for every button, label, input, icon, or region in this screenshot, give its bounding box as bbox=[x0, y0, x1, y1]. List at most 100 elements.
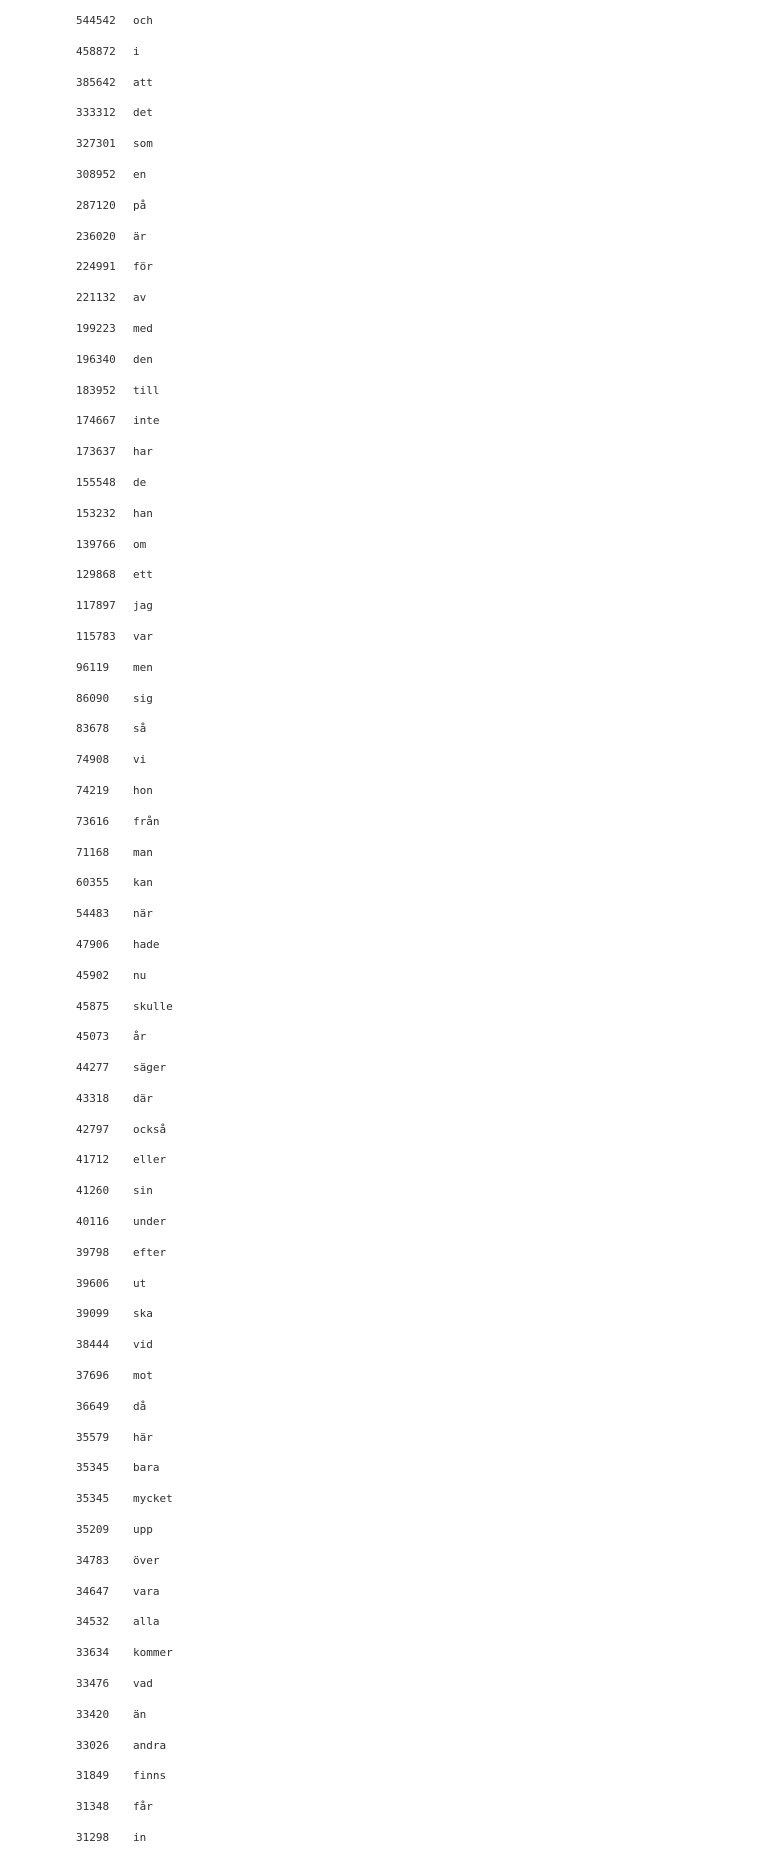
frequency-word: inte bbox=[133, 414, 160, 428]
frequency-count: 199223 bbox=[76, 321, 116, 335]
frequency-count: 35345 bbox=[76, 1461, 110, 1475]
frequency-row: 86090 sig bbox=[76, 691, 173, 706]
frequency-row: 544542 och bbox=[76, 13, 173, 28]
frequency-word: det bbox=[133, 106, 153, 120]
frequency-word: i bbox=[133, 44, 140, 58]
frequency-row: 73616 från bbox=[76, 814, 173, 829]
frequency-row: 34783 över bbox=[76, 1553, 173, 1568]
frequency-count: 39099 bbox=[76, 1307, 110, 1321]
frequency-word: bara bbox=[133, 1461, 160, 1475]
frequency-count: 155548 bbox=[76, 475, 116, 489]
frequency-word: år bbox=[133, 1030, 147, 1044]
frequency-word: vid bbox=[133, 1338, 153, 1352]
frequency-row: 96119 men bbox=[76, 660, 173, 675]
frequency-row: 34532 alla bbox=[76, 1614, 173, 1629]
frequency-word: under bbox=[133, 1215, 167, 1229]
frequency-word: på bbox=[133, 198, 147, 212]
frequency-count: 37696 bbox=[76, 1369, 110, 1383]
frequency-row: 153232 han bbox=[76, 506, 173, 521]
frequency-word: efter bbox=[133, 1245, 167, 1259]
frequency-count: 44277 bbox=[76, 1061, 110, 1075]
frequency-row: 39798 efter bbox=[76, 1245, 173, 1260]
frequency-word: från bbox=[133, 814, 160, 828]
frequency-word: till bbox=[133, 383, 160, 397]
frequency-row: 71168 man bbox=[76, 845, 173, 860]
frequency-count: 129868 bbox=[76, 568, 116, 582]
frequency-word: som bbox=[133, 137, 153, 151]
frequency-count: 71168 bbox=[76, 845, 110, 859]
frequency-row: 37696 mot bbox=[76, 1368, 173, 1383]
frequency-row: 33026 andra bbox=[76, 1738, 173, 1753]
frequency-row: 327301 som bbox=[76, 136, 173, 151]
frequency-count: 31298 bbox=[76, 1831, 110, 1845]
frequency-row: 39606 ut bbox=[76, 1276, 173, 1291]
frequency-word: än bbox=[133, 1707, 147, 1721]
frequency-row: 45073 år bbox=[76, 1029, 173, 1044]
frequency-row: 35345 mycket bbox=[76, 1491, 173, 1506]
frequency-row: 173637 har bbox=[76, 444, 173, 459]
frequency-count: 38444 bbox=[76, 1338, 110, 1352]
frequency-row: 35345 bara bbox=[76, 1460, 173, 1475]
frequency-row: 43318 där bbox=[76, 1091, 173, 1106]
frequency-row: 174667 inte bbox=[76, 413, 173, 428]
frequency-count: 36649 bbox=[76, 1399, 110, 1413]
frequency-word: hade bbox=[133, 937, 160, 951]
frequency-row: 385642 att bbox=[76, 75, 173, 90]
frequency-count: 34647 bbox=[76, 1584, 110, 1598]
frequency-word: ett bbox=[133, 568, 153, 582]
frequency-count: 40116 bbox=[76, 1215, 110, 1229]
frequency-word: kan bbox=[133, 876, 153, 890]
frequency-count: 33026 bbox=[76, 1738, 110, 1752]
frequency-row: 458872 i bbox=[76, 44, 173, 59]
frequency-row: 117897 jag bbox=[76, 598, 173, 613]
frequency-row: 36649 då bbox=[76, 1399, 173, 1414]
frequency-count: 39798 bbox=[76, 1245, 110, 1259]
frequency-count: 236020 bbox=[76, 229, 116, 243]
frequency-count: 458872 bbox=[76, 44, 116, 58]
frequency-count: 35345 bbox=[76, 1492, 110, 1506]
frequency-row: 333312 det bbox=[76, 105, 173, 120]
frequency-word: sig bbox=[133, 691, 153, 705]
frequency-word: jag bbox=[133, 599, 153, 613]
frequency-word: säger bbox=[133, 1061, 167, 1075]
frequency-count: 224991 bbox=[76, 260, 116, 274]
frequency-count: 34532 bbox=[76, 1615, 110, 1629]
frequency-count: 35579 bbox=[76, 1430, 110, 1444]
frequency-word: andra bbox=[133, 1738, 167, 1752]
frequency-count: 86090 bbox=[76, 691, 110, 705]
frequency-word: hon bbox=[133, 783, 153, 797]
frequency-row: 74219 hon bbox=[76, 783, 173, 798]
frequency-word: är bbox=[133, 229, 147, 243]
frequency-row: 183952 till bbox=[76, 383, 173, 398]
frequency-row: 224991 för bbox=[76, 259, 173, 274]
frequency-row: 33634 kommer bbox=[76, 1645, 173, 1660]
frequency-count: 33476 bbox=[76, 1677, 110, 1691]
frequency-count: 35209 bbox=[76, 1523, 110, 1537]
frequency-word: när bbox=[133, 907, 153, 921]
frequency-count: 544542 bbox=[76, 14, 116, 27]
frequency-row: 115783 var bbox=[76, 629, 173, 644]
frequency-count: 34783 bbox=[76, 1553, 110, 1567]
frequency-word: ska bbox=[133, 1307, 153, 1321]
frequency-row: 35579 här bbox=[76, 1430, 173, 1445]
frequency-row: 196340 den bbox=[76, 352, 173, 367]
frequency-count: 60355 bbox=[76, 876, 110, 890]
frequency-count: 333312 bbox=[76, 106, 116, 120]
frequency-word: för bbox=[133, 260, 153, 274]
frequency-row: 44277 säger bbox=[76, 1060, 173, 1075]
frequency-count: 308952 bbox=[76, 167, 116, 181]
frequency-count: 54483 bbox=[76, 907, 110, 921]
frequency-row: 83678 så bbox=[76, 721, 173, 736]
frequency-row: 31298 in bbox=[76, 1830, 173, 1845]
frequency-count: 45902 bbox=[76, 968, 110, 982]
frequency-row: 139766 om bbox=[76, 537, 173, 552]
frequency-row: 45875 skulle bbox=[76, 999, 173, 1014]
frequency-row: 236020 är bbox=[76, 229, 173, 244]
frequency-row: 155548 de bbox=[76, 475, 173, 490]
frequency-count: 45073 bbox=[76, 1030, 110, 1044]
frequency-count: 287120 bbox=[76, 198, 116, 212]
frequency-count: 83678 bbox=[76, 722, 110, 736]
frequency-row: 39099 ska bbox=[76, 1306, 173, 1321]
frequency-count: 41260 bbox=[76, 1184, 110, 1198]
frequency-word: mot bbox=[133, 1369, 153, 1383]
